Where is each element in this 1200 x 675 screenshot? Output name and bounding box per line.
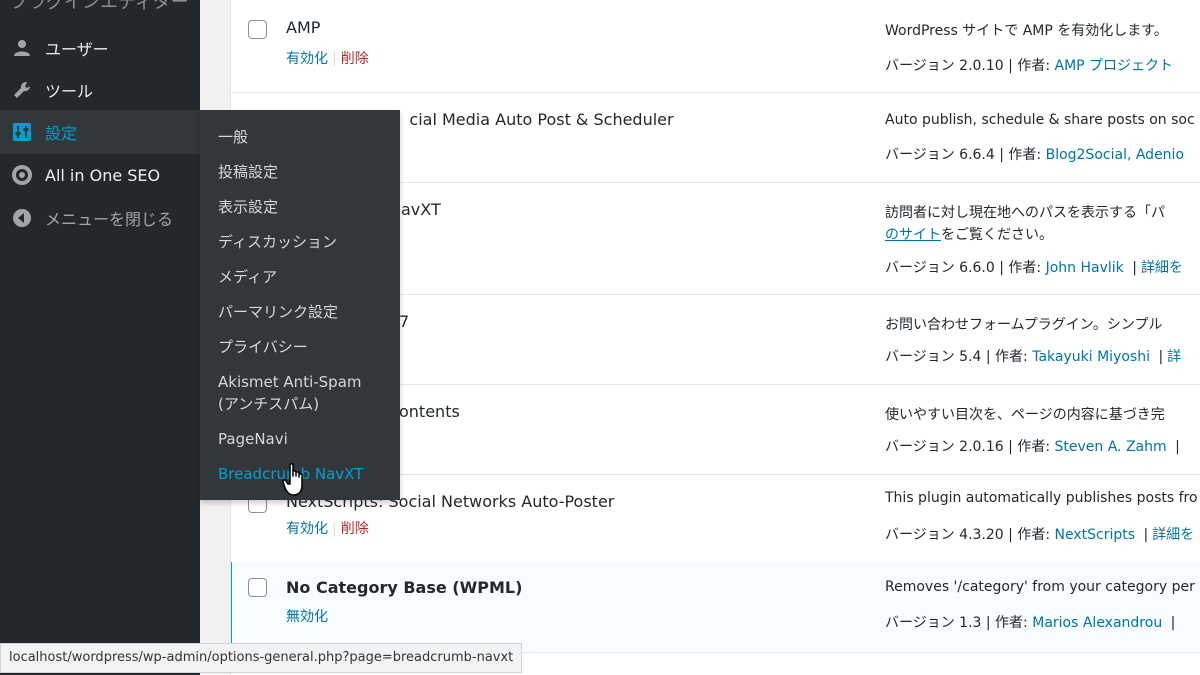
submenu-item-writing[interactable]: 投稿設定 bbox=[218, 161, 278, 183]
submenu-item-media[interactable]: メディア bbox=[218, 266, 277, 288]
plugin-description: This plugin automatically publishes post… bbox=[885, 490, 1198, 506]
sidebar-item-all-in-one-seo[interactable]: All in One SEO bbox=[0, 153, 200, 197]
sidebar-partial-item[interactable]: プラグインエディター bbox=[10, 0, 189, 14]
submenu-item-akismet[interactable]: Akismet Anti-Spam (アンチスパム) bbox=[218, 371, 362, 415]
submenu-item-discussion[interactable]: ディスカッション bbox=[218, 231, 337, 253]
hand-pointer-cursor-icon bbox=[282, 463, 308, 501]
table-row: No Category Base (WPML) 無効化 Removes '/ca… bbox=[231, 562, 1200, 653]
author-link[interactable]: AMP プロジェクト bbox=[1055, 58, 1174, 74]
plugin-meta: バージョン 1.3 | 作者: Marios Alexandrou | bbox=[885, 615, 1176, 631]
sidebar-item-users[interactable]: ユーザー bbox=[0, 26, 200, 70]
plugin-meta: バージョン 6.6.0 | 作者: John Havlik | 詳細を bbox=[885, 260, 1183, 276]
plugin-description: お問い合わせフォームプラグイン。シンプル bbox=[885, 317, 1163, 333]
plugin-description: WordPress サイトで AMP を有効化します。 bbox=[885, 23, 1168, 39]
table-row: AMP 有効化 | 削除 WordPress サイトで AMP を有効化します。 バ… bbox=[231, 0, 1200, 93]
browser-status-bar: localhost/wordpress/wp-admin/options-gen… bbox=[0, 643, 523, 673]
deactivate-link[interactable]: 無効化 bbox=[286, 609, 328, 625]
submenu-item-general[interactable]: 一般 bbox=[218, 126, 248, 148]
submenu-item-privacy[interactable]: プライバシー bbox=[218, 336, 308, 358]
settings-icon bbox=[11, 121, 33, 143]
delete-link[interactable]: 削除 bbox=[341, 521, 369, 537]
plugin-meta: バージョン 5.4 | 作者: Takayuki Miyoshi | 詳 bbox=[885, 349, 1182, 365]
details-link[interactable]: 詳細を bbox=[1141, 260, 1183, 276]
activate-link[interactable]: 有効化 bbox=[286, 51, 328, 67]
author-link[interactable]: Steven A. Zahm bbox=[1055, 439, 1167, 455]
submenu-item-pagenavi[interactable]: PageNavi bbox=[218, 428, 288, 450]
plugin-name: 7 bbox=[399, 312, 410, 331]
plugin-meta: バージョン 4.3.20 | 作者: NextScripts | 詳細を bbox=[885, 527, 1195, 543]
details-link[interactable]: 詳細を bbox=[1152, 527, 1194, 543]
plugin-checkbox[interactable] bbox=[248, 20, 267, 39]
plugin-actions: 有効化 | 削除 bbox=[286, 51, 369, 67]
submenu-item-permalinks[interactable]: パーマリンク設定 bbox=[218, 301, 338, 323]
sidebar-item-label: 設定 bbox=[45, 124, 78, 143]
plugin-checkbox[interactable] bbox=[248, 578, 267, 597]
author-link[interactable]: John Havlik bbox=[1046, 260, 1124, 276]
activate-link[interactable]: 有効化 bbox=[286, 521, 328, 537]
settings-submenu: 一般 投稿設定 表示設定 ディスカッション メディア パーマリンク設定 プライバ… bbox=[200, 110, 400, 500]
plugin-name: AMP bbox=[286, 18, 321, 37]
sidebar-item-label: メニューを閉じる bbox=[45, 210, 174, 229]
plugin-meta: バージョン 6.6.4 | 作者: Blog2Social, Adenio bbox=[885, 147, 1185, 163]
plugin-meta: バージョン 2.0.16 | 作者: Steven A. Zahm | bbox=[885, 439, 1180, 455]
plugin-description: 訪問者に対し現在地へのパスを表示する「パ bbox=[885, 205, 1165, 221]
plugin-meta: バージョン 2.0.10 | 作者: AMP プロジェクト bbox=[885, 58, 1174, 74]
plugin-description: Auto publish, schedule & share posts on … bbox=[885, 112, 1195, 128]
sidebar-item-label: All in One SEO bbox=[45, 165, 161, 185]
sidebar-item-tools[interactable]: ツール bbox=[0, 68, 200, 112]
author-link[interactable]: Blog2Social, Adenio bbox=[1046, 147, 1184, 163]
current-menu-arrow bbox=[191, 123, 200, 141]
sidebar-item-settings[interactable]: 設定 bbox=[0, 110, 200, 154]
plugin-name: ontents bbox=[399, 402, 460, 421]
description-link[interactable]: のサイト bbox=[885, 227, 941, 243]
plugin-name: No Category Base (WPML) bbox=[286, 578, 523, 597]
aioseo-gear-icon bbox=[11, 164, 33, 186]
wrench-icon bbox=[11, 79, 33, 101]
user-icon bbox=[11, 37, 33, 59]
sidebar-item-label: ツール bbox=[45, 82, 94, 101]
author-link[interactable]: NextScripts bbox=[1055, 527, 1136, 543]
collapse-menu-button[interactable]: メニューを閉じる bbox=[0, 196, 200, 240]
plugin-description: 使いやすい目次を、ページの内容に基づき完 bbox=[885, 407, 1165, 423]
plugin-description: Removes '/category' from your category p… bbox=[885, 579, 1195, 595]
delete-link[interactable]: 削除 bbox=[341, 51, 369, 67]
sidebar-item-label: ユーザー bbox=[45, 40, 109, 59]
plugin-actions: 無効化 bbox=[286, 606, 328, 626]
collapse-arrow-icon bbox=[11, 207, 33, 229]
admin-sidebar: プラグインエディター ユーザー ツール 設定 All in One SEO メニ… bbox=[0, 0, 200, 675]
plugin-actions: 有効化 | 削除 bbox=[286, 521, 369, 537]
author-link[interactable]: Marios Alexandrou bbox=[1032, 615, 1162, 631]
submenu-item-reading[interactable]: 表示設定 bbox=[218, 196, 278, 218]
author-link[interactable]: Takayuki Miyoshi bbox=[1032, 349, 1150, 365]
plugin-name: avXT bbox=[401, 200, 441, 219]
details-link[interactable]: 詳 bbox=[1167, 349, 1181, 365]
plugin-description-line2: のサイトをご覧ください。 bbox=[885, 227, 1053, 243]
